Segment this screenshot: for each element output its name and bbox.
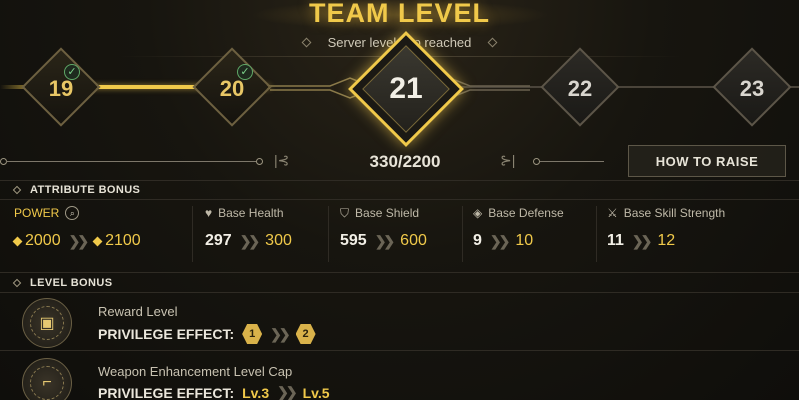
weapon-cap-from: Lv.3: [242, 384, 270, 400]
attribute-base-health: ♥ Base Health 297 ❯❯ 300: [205, 204, 330, 264]
attribute-label: POWER: [14, 206, 60, 220]
crossed-swords-icon: ⚔: [607, 206, 618, 220]
reward-level-to-badge: 2: [295, 324, 316, 344]
double-chevron-icon: ❯❯: [68, 232, 90, 249]
attribute-to-value: 600: [400, 232, 427, 249]
level-bonus-header: LEVEL BONUS: [0, 274, 799, 292]
attribute-base-skill-strength: ⚔ Base Skill Strength 11 ❯❯ 12: [607, 204, 792, 264]
bracket-ornament-icon: |⊰: [274, 152, 290, 168]
column-divider: [192, 206, 193, 262]
diamond-ornament-icon: [12, 185, 22, 195]
page-title: TEAM LEVEL: [308, 0, 490, 28]
bonus-name: Reward Level: [98, 304, 178, 319]
gem-icon: [92, 236, 103, 247]
row-divider: [0, 350, 799, 351]
bracket-ornament-icon: ⊱|: [500, 152, 516, 168]
double-chevron-icon: ❯❯: [270, 325, 291, 342]
progress-end-dot: [533, 158, 540, 165]
double-chevron-icon: ❯❯: [631, 232, 653, 249]
checkmark-icon: ✓: [237, 64, 253, 80]
weapon-cap-to: Lv.5: [302, 384, 330, 400]
effect-label: PRIVILEGE EFFECT:: [98, 384, 235, 400]
column-divider: [328, 206, 329, 262]
attribute-from-value: 595: [340, 232, 367, 249]
column-divider: [462, 206, 463, 262]
double-chevron-icon: ❯❯: [489, 232, 511, 249]
level-node-label: 22: [567, 76, 593, 101]
double-chevron-icon: ❯❯: [277, 384, 298, 400]
attribute-from-value: 297: [205, 232, 232, 249]
attribute-bonus-header: ATTRIBUTE BONUS: [0, 181, 799, 199]
attribute-label: Base Shield: [355, 206, 420, 220]
attribute-base-shield: ⛉ Base Shield 595 ❯❯ 600: [340, 204, 465, 264]
shield-icon: ⛉: [340, 205, 350, 220]
attribute-to-value: 2100: [92, 232, 141, 250]
progress-line: [540, 161, 604, 162]
level-node-label: 23: [739, 76, 765, 101]
attribute-label: Base Skill Strength: [623, 206, 726, 220]
search-icon[interactable]: ⌕: [65, 206, 80, 220]
progress-end-dot: [256, 158, 263, 165]
pistol-icon: ⌐: [22, 358, 72, 400]
level-bonus-row-weapon: ⌐ Weapon Enhancement Level Cap PRIVILEGE…: [0, 354, 799, 400]
attribute-label: Base Defense: [488, 206, 564, 220]
section-title: LEVEL BONUS: [30, 277, 113, 289]
diamond-ornament-icon: [487, 37, 498, 47]
attribute-from-value: 11: [607, 232, 624, 249]
double-chevron-icon: ❯❯: [374, 232, 396, 249]
checkmark-icon: ✓: [64, 64, 80, 80]
section-divider: [0, 292, 799, 293]
bonus-effect: PRIVILEGE EFFECT: 1 ❯❯ 2: [98, 324, 316, 344]
attribute-power: POWER ⌕ 2000 ❯❯ 2100: [12, 204, 194, 264]
level-node-label: 19: [48, 76, 74, 101]
level-bonus-row-reward: ▣ Reward Level PRIVILEGE EFFECT: 1 ❯❯ 2: [0, 296, 799, 350]
effect-label: PRIVILEGE EFFECT:: [98, 326, 235, 342]
how-to-raise-button[interactable]: HOW TO RAISE: [628, 145, 786, 177]
attribute-to-value: 12: [657, 232, 676, 249]
bonus-name: Weapon Enhancement Level Cap: [98, 364, 293, 379]
attribute-to-value: 10: [515, 232, 534, 249]
double-chevron-icon: ❯❯: [239, 232, 261, 249]
reward-level-from-badge: 1: [242, 324, 263, 344]
attribute-label: Base Health: [218, 206, 284, 220]
diamond-ornament-icon: [12, 278, 22, 288]
defense-icon: ◈: [473, 206, 483, 220]
experience-progress-text: 330/2200: [369, 152, 441, 171]
gem-icon: [12, 236, 23, 247]
section-title: ATTRIBUTE BONUS: [30, 184, 141, 196]
attribute-to-value: 300: [265, 232, 292, 249]
progress-line: [6, 161, 256, 162]
current-level-label: 21: [389, 72, 423, 105]
diamond-ornament-icon: [301, 37, 312, 47]
attribute-from-value: 2000: [12, 232, 61, 250]
heart-icon: ♥: [205, 206, 213, 220]
attribute-from-value: 9: [473, 232, 482, 249]
level-node-label: 20: [219, 76, 245, 101]
bonus-effect: PRIVILEGE EFFECT: Lv.3 ❯❯ Lv.5: [98, 384, 330, 400]
reward-chest-icon: ▣: [22, 298, 72, 348]
section-divider: [0, 199, 799, 200]
attribute-base-defense: ◈ Base Defense 9 ❯❯ 10: [473, 204, 598, 264]
section-divider: [0, 272, 799, 273]
column-divider: [596, 206, 597, 262]
